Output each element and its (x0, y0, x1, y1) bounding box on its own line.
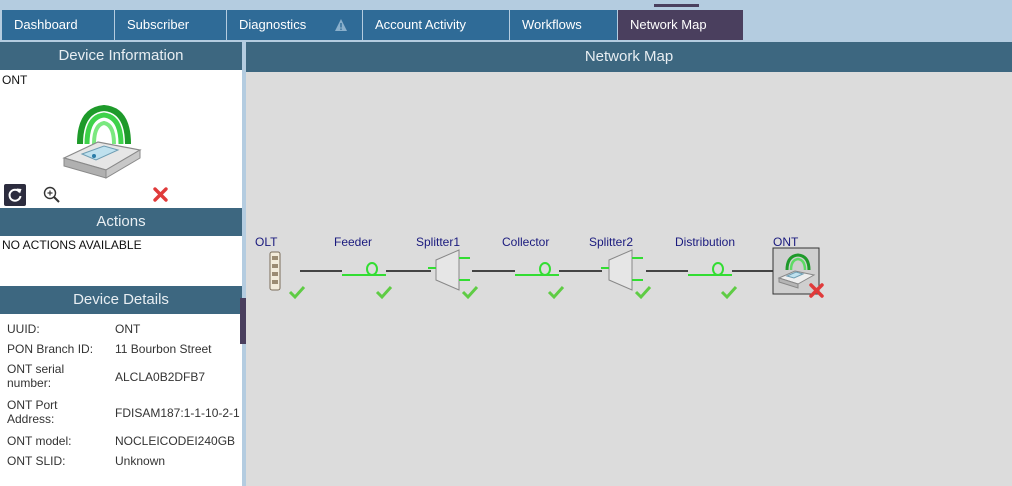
device-information-header: Device Information (0, 42, 242, 70)
node-label-distribution: Distribution (675, 235, 736, 249)
tab-bar: Dashboard Subscriber Diagnostics Account… (0, 0, 1012, 42)
left-panel: Device Information ONT Actions NO ACTION… (0, 42, 242, 486)
node-label-splitter1: Splitter1 (416, 235, 461, 249)
detail-value: FDISAM187:1-1-10-2-1 (115, 406, 240, 420)
ok-status-icon (375, 285, 393, 300)
distribution-fiber-node[interactable] (688, 262, 732, 276)
refresh-button[interactable] (4, 184, 26, 206)
tab-dashboard[interactable]: Dashboard (2, 10, 114, 40)
ok-status-icon (461, 285, 479, 300)
detail-value: ALCLA0B2DFB7 (115, 370, 206, 384)
tab-label: Network Map (630, 17, 707, 32)
tab-diagnostics[interactable]: Diagnostics (227, 10, 362, 40)
actions-header: Actions (0, 208, 242, 236)
detail-label: UUID: (7, 322, 40, 336)
tab-workflows[interactable]: Workflows (510, 10, 617, 40)
collector-fiber-node[interactable] (515, 262, 559, 276)
device-toolbar (0, 184, 242, 208)
tab-label: Account Activity (375, 17, 467, 32)
refresh-icon (8, 188, 22, 202)
detail-label: ONT serial number: (7, 362, 65, 390)
close-icon (153, 187, 168, 202)
network-map-canvas (269, 247, 824, 300)
ok-status-icon (720, 285, 738, 300)
detail-value: ONT (115, 322, 141, 336)
active-tab-indicator (654, 4, 699, 7)
tab-label: Dashboard (14, 17, 78, 32)
tab-account-activity[interactable]: Account Activity (363, 10, 509, 40)
ok-status-icon (547, 285, 565, 300)
detail-label: ONT model: (7, 434, 72, 448)
splitter1-node[interactable] (428, 249, 470, 291)
device-details-header: Device Details (0, 286, 242, 314)
splitter2-node[interactable] (601, 249, 643, 291)
detail-value: Unknown (115, 454, 166, 468)
warning-icon (335, 19, 347, 31)
tab-network-map[interactable]: Network Map (618, 10, 743, 40)
device-type-label: ONT (2, 73, 28, 87)
node-label-feeder: Feeder (334, 235, 373, 249)
tab-subscriber[interactable]: Subscriber (115, 10, 226, 40)
ok-status-icon (634, 285, 652, 300)
tab-label: Subscriber (127, 17, 190, 32)
zoom-in-icon (43, 186, 60, 203)
detail-label: ONT Port Address: (7, 398, 58, 426)
zoom-in-button[interactable] (42, 185, 62, 205)
olt-node[interactable] (269, 251, 281, 291)
detail-value: 11 Bourbon Street (115, 342, 212, 356)
wireless-router-icon (58, 100, 150, 182)
remove-button[interactable] (152, 186, 170, 204)
node-label-ont: ONT (773, 235, 799, 249)
feeder-fiber-node[interactable] (342, 262, 386, 276)
node-label-collector: Collector (502, 235, 550, 249)
tab-label: Workflows (522, 17, 582, 32)
detail-label: PON Branch ID: (7, 342, 94, 356)
node-label-olt: OLT (255, 235, 278, 249)
detail-value: NOCLEICODEI240GB (115, 434, 236, 448)
tab-label: Diagnostics (239, 17, 307, 32)
network-map-panel: Network Map OLT Feeder Splitter1 Collect… (246, 42, 1012, 486)
no-actions-text: NO ACTIONS AVAILABLE (2, 238, 142, 252)
node-label-splitter2: Splitter2 (589, 235, 634, 249)
detail-label: ONT SLID: (7, 454, 66, 468)
ok-status-icon (288, 285, 306, 300)
